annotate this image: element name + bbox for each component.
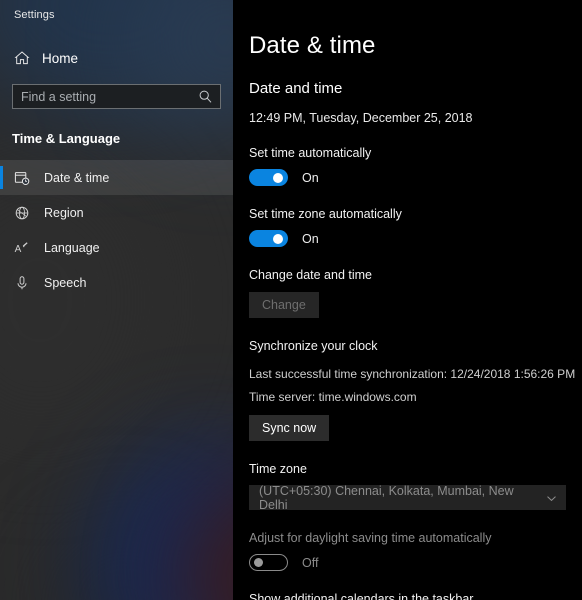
daylight-saving-toggle[interactable]	[249, 554, 288, 571]
sidebar-item-speech[interactable]: Speech	[0, 265, 233, 300]
microphone-icon	[14, 275, 30, 291]
sidebar-item-language[interactable]: A Language	[0, 230, 233, 265]
search-container	[0, 72, 233, 109]
search-input[interactable]	[13, 85, 220, 108]
calendar-clock-icon	[14, 170, 30, 186]
globe-icon	[14, 205, 30, 221]
sidebar-item-label: Region	[44, 206, 84, 220]
set-timezone-automatically-toggle[interactable]	[249, 230, 288, 247]
change-date-time-label: Change date and time	[249, 268, 582, 282]
time-zone-label: Time zone	[249, 462, 582, 476]
sidebar-item-label: Language	[44, 241, 100, 255]
sidebar-item-region[interactable]: Region	[0, 195, 233, 230]
set-time-automatically-state: On	[302, 171, 319, 185]
sidebar-item-label: Date & time	[44, 171, 109, 185]
chevron-down-icon	[546, 493, 557, 504]
current-datetime-text: 12:49 PM, Tuesday, December 25, 2018	[249, 111, 582, 125]
sidebar: Settings Home Time & Language	[0, 0, 233, 600]
page-title: Date & time	[249, 32, 582, 60]
search-box[interactable]	[12, 84, 221, 109]
sidebar-item-home[interactable]: Home	[0, 44, 233, 72]
time-zone-dropdown[interactable]: (UTC+05:30) Chennai, Kolkata, Mumbai, Ne…	[249, 485, 566, 510]
set-time-automatically-label: Set time automatically	[249, 146, 582, 160]
daylight-saving-state: Off	[302, 556, 318, 570]
home-icon	[14, 50, 30, 66]
change-button[interactable]: Change	[249, 292, 319, 318]
window-title: Settings	[14, 9, 55, 21]
daylight-saving-row: Off	[249, 554, 582, 571]
sidebar-item-label: Speech	[44, 276, 86, 290]
main-content: Date & time Date and time 12:49 PM, Tues…	[233, 0, 582, 600]
settings-window: Settings Home Time & Language	[0, 0, 582, 600]
language-icon: A	[14, 240, 30, 256]
sidebar-item-date-time[interactable]: Date & time	[0, 160, 233, 195]
sidebar-nav-list: Date & time Region	[0, 160, 233, 300]
svg-text:A: A	[15, 244, 22, 255]
set-time-automatically-toggle[interactable]	[249, 169, 288, 186]
title-bar: Settings	[0, 0, 233, 30]
set-timezone-automatically-state: On	[302, 232, 319, 246]
daylight-saving-label: Adjust for daylight saving time automati…	[249, 531, 582, 545]
time-zone-value: (UTC+05:30) Chennai, Kolkata, Mumbai, Ne…	[259, 484, 539, 512]
time-server-text: Time server: time.windows.com	[249, 389, 582, 405]
additional-calendars-label: Show additional calendars in the taskbar	[249, 592, 582, 600]
set-timezone-automatically-row: On	[249, 230, 582, 247]
set-timezone-automatically-label: Set time zone automatically	[249, 207, 582, 221]
sidebar-home-label: Home	[42, 51, 78, 66]
last-sync-text: Last successful time synchronization: 12…	[249, 366, 582, 382]
section-heading-date-and-time: Date and time	[249, 80, 582, 97]
sidebar-section-title: Time & Language	[0, 109, 233, 146]
search-icon[interactable]	[198, 89, 213, 104]
set-time-automatically-row: On	[249, 169, 582, 186]
sync-now-button[interactable]: Sync now	[249, 415, 329, 441]
synchronize-heading: Synchronize your clock	[249, 339, 582, 353]
